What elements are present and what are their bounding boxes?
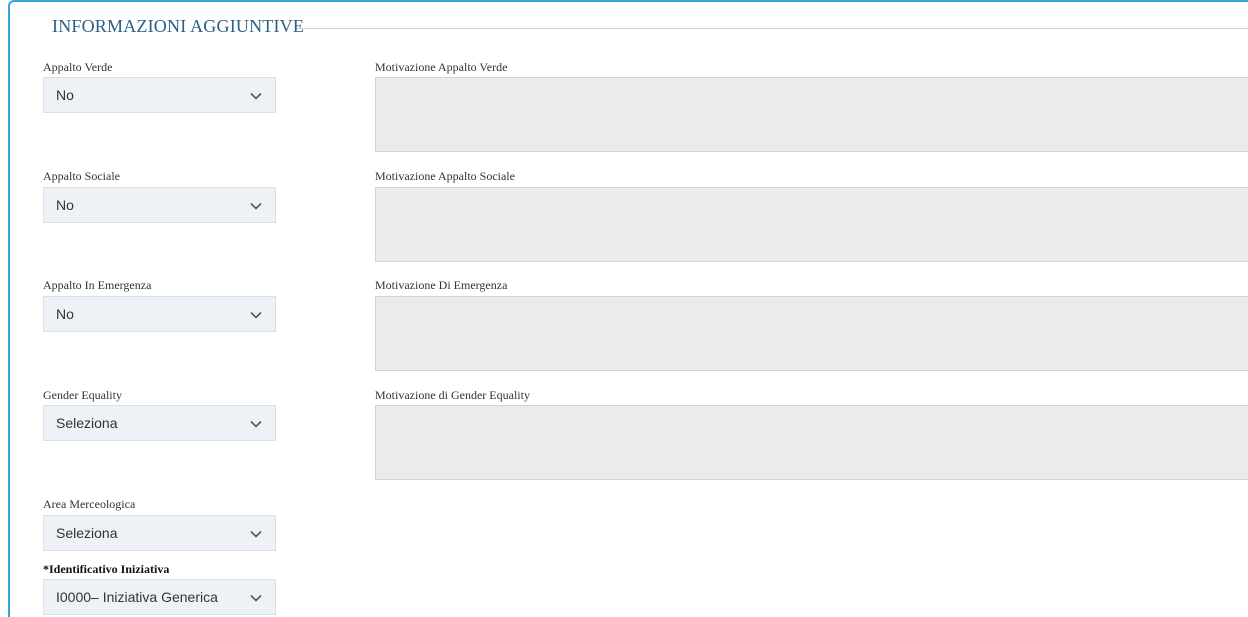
identificativo-iniziativa-value: I0000– Iniziativa Generica [56,589,218,605]
motivazione-gender-equality-textarea[interactable] [375,405,1248,480]
motivazione-appalto-verde-textarea[interactable] [375,77,1248,152]
gender-equality-label: Gender Equality [43,388,122,402]
area-merceologica-label: Area Merceologica [43,497,136,511]
motivazione-emergenza-textarea[interactable] [375,296,1248,371]
appalto-sociale-label: Appalto Sociale [43,169,120,183]
chevron-down-icon [250,202,262,210]
section-title: INFORMAZIONI AGGIUNTIVE [52,16,305,36]
gender-equality-select[interactable]: Seleziona [43,405,276,441]
motivazione-appalto-sociale-label: Motivazione Appalto Sociale [375,169,515,183]
appalto-emergenza-select[interactable]: No [43,296,276,332]
appalto-verde-select[interactable]: No [43,77,276,113]
chevron-down-icon [250,420,262,428]
identificativo-iniziativa-select[interactable]: I0000– Iniziativa Generica [43,579,276,615]
appalto-emergenza-value: No [56,306,74,322]
chevron-down-icon [250,530,262,538]
area-merceologica-select[interactable]: Seleziona [43,515,276,551]
appalto-sociale-select[interactable]: No [43,187,276,223]
gender-equality-value: Seleziona [56,415,118,431]
chevron-down-icon [250,92,262,100]
identificativo-iniziativa-label: *Identificativo Iniziativa [43,562,170,576]
appalto-sociale-value: No [56,197,74,213]
motivazione-appalto-sociale-textarea[interactable] [375,187,1248,262]
motivazione-appalto-verde-label: Motivazione Appalto Verde [375,60,508,74]
chevron-down-icon [250,594,262,602]
fieldset-divider [296,28,1248,29]
appalto-verde-value: No [56,87,74,103]
motivazione-emergenza-label: Motivazione Di Emergenza [375,278,508,292]
appalto-verde-label: Appalto Verde [43,60,113,74]
area-merceologica-value: Seleziona [56,525,118,541]
chevron-down-icon [250,311,262,319]
appalto-emergenza-label: Appalto In Emergenza [43,278,152,292]
motivazione-gender-equality-label: Motivazione di Gender Equality [375,388,530,402]
